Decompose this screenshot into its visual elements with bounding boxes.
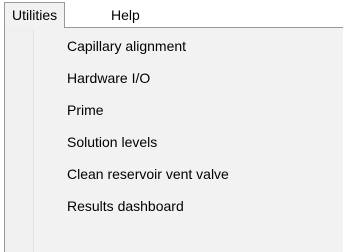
menu-help[interactable]: Help — [103, 2, 148, 28]
menu-item-label: Solution levels — [67, 134, 158, 150]
menu-item-label: Results dashboard — [67, 198, 184, 214]
menu-item-results-dashboard[interactable]: Results dashboard — [6, 190, 342, 222]
menu-item-label: Clean reservoir vent valve — [67, 166, 229, 182]
menu-item-solution-levels[interactable]: Solution levels — [6, 126, 342, 158]
menu-item-label: Prime — [67, 102, 104, 118]
menu-help-label: Help — [111, 7, 140, 23]
menu-bar: Utilities Help — [0, 0, 343, 28]
menu-utilities-label: Utilities — [12, 7, 58, 23]
menu-item-label: Capillary alignment — [67, 38, 187, 54]
menu-item-hardware-io[interactable]: Hardware I/O — [6, 62, 342, 94]
menu-item-prime[interactable]: Prime — [6, 94, 342, 126]
menu-utilities[interactable]: Utilities — [4, 2, 66, 28]
menu-item-capillary-alignment[interactable]: Capillary alignment — [6, 30, 342, 62]
menu-item-clean-reservoir-vent-valve[interactable]: Clean reservoir vent valve — [6, 158, 342, 190]
utilities-dropdown-menu: Capillary alignment Hardware I/O Prime S… — [4, 27, 343, 252]
menu-item-label: Hardware I/O — [67, 70, 151, 86]
